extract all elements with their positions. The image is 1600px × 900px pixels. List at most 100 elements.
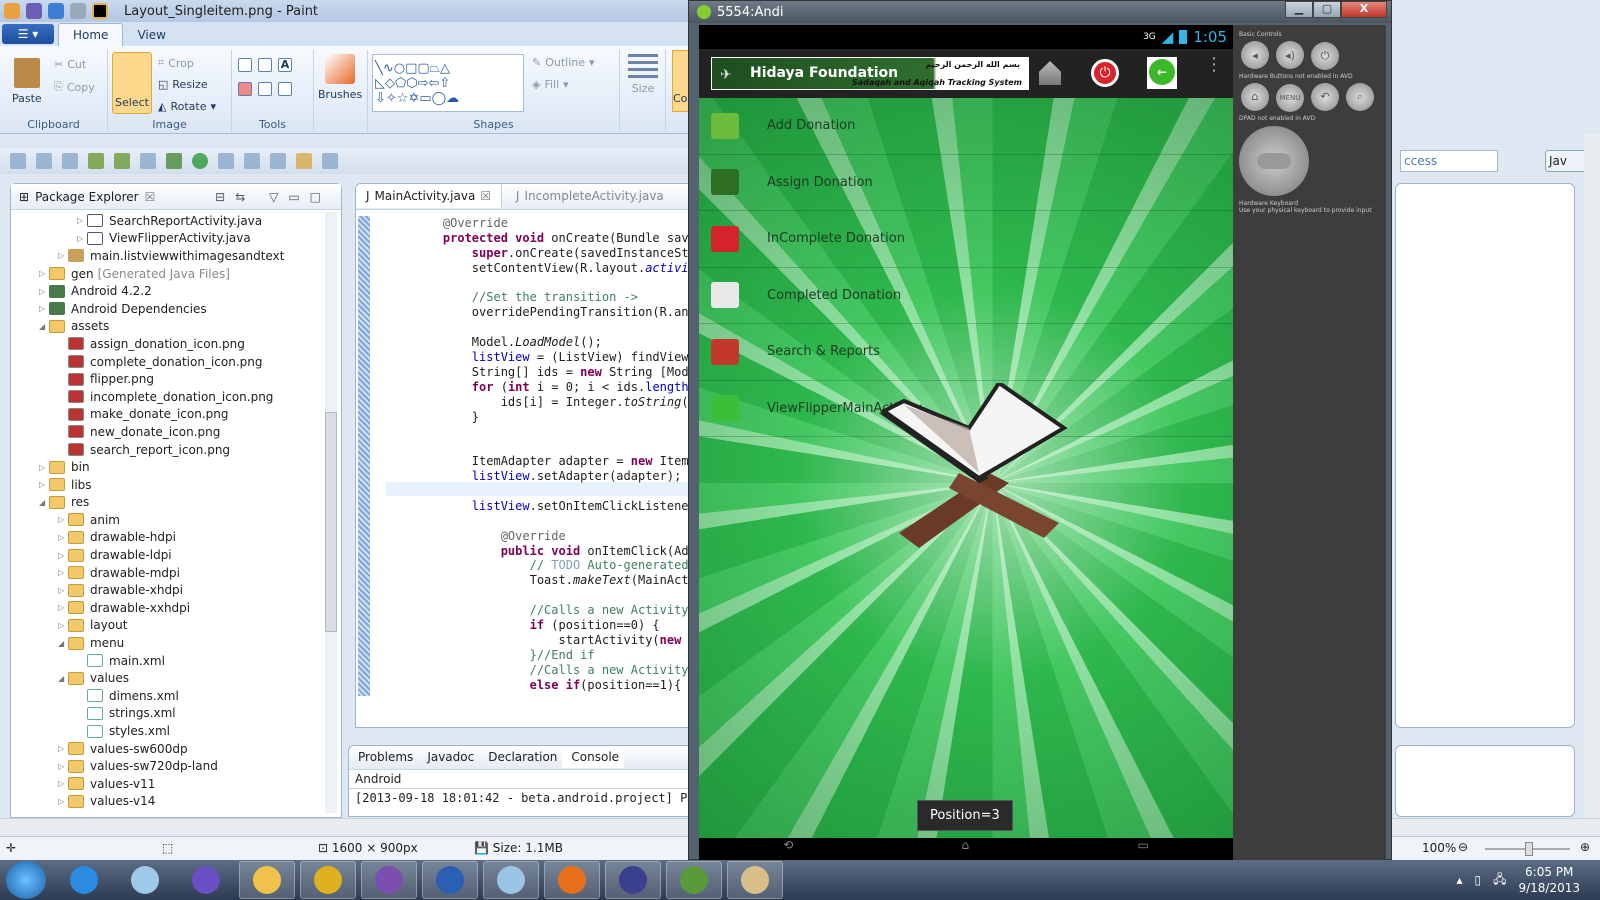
dpad[interactable] <box>1239 126 1309 196</box>
taskbar-ie[interactable] <box>56 861 112 899</box>
nav-recents-icon[interactable]: ▭ <box>1137 838 1148 861</box>
print-icon[interactable] <box>62 153 78 169</box>
expand-toggle-icon[interactable]: ▷ <box>58 568 68 577</box>
cut-button[interactable]: ✂ Cut <box>54 58 86 71</box>
avd-manager-icon[interactable] <box>114 153 130 169</box>
paste-button[interactable]: Paste <box>12 58 42 105</box>
tab-main-activity[interactable]: J MainActivity.java ☒ <box>356 184 503 208</box>
tree-item[interactable]: assign_donation_icon.png <box>11 335 341 353</box>
search-button[interactable]: ⌕ <box>1346 83 1374 111</box>
menu-item[interactable]: Completed Donation <box>699 268 1233 324</box>
tree-item[interactable]: strings.xml <box>11 705 341 723</box>
expand-toggle-icon[interactable]: ▷ <box>39 304 49 313</box>
tree-item[interactable]: ▷ drawable-hdpi <box>11 529 341 547</box>
color-picker-icon[interactable] <box>258 82 272 96</box>
taskbar-firefox[interactable] <box>544 861 600 899</box>
external-tools-icon[interactable] <box>218 153 234 169</box>
android-sdk-icon[interactable] <box>88 153 104 169</box>
home-button[interactable]: ⌂ <box>1241 82 1269 111</box>
size-button[interactable]: Size <box>628 54 658 95</box>
debug-icon[interactable] <box>166 153 182 169</box>
tree-item[interactable]: ▷ bin <box>11 458 341 476</box>
tree-item[interactable]: new_donate_icon.png <box>11 423 341 441</box>
expand-toggle-icon[interactable]: ▷ <box>39 269 49 278</box>
minimize-button[interactable]: ▁ <box>1285 1 1313 18</box>
zoom-out-button[interactable]: ⊖ <box>1458 840 1468 854</box>
tree-item[interactable]: ▷ values-v14 <box>11 793 341 811</box>
expand-toggle-icon[interactable]: ▷ <box>39 287 49 296</box>
new-class-icon[interactable] <box>270 153 286 169</box>
expand-toggle-icon[interactable]: ▷ <box>39 463 49 472</box>
expand-toggle-icon[interactable]: ▷ <box>58 533 68 542</box>
back-arrow-icon[interactable]: ← <box>1147 57 1177 89</box>
tree-item[interactable]: ◢ assets <box>11 318 341 336</box>
tab-home[interactable]: Home <box>58 23 124 46</box>
power-button[interactable]: ⏻ <box>1311 41 1339 70</box>
new-package-icon[interactable] <box>244 153 260 169</box>
rotate-button[interactable]: ◭ Rotate ▾ <box>158 100 216 113</box>
zoom-slider-thumb[interactable] <box>1525 842 1533 856</box>
taskbar-eclipse[interactable] <box>605 861 661 899</box>
tab-problems[interactable]: Problems <box>349 746 418 768</box>
expand-toggle-icon[interactable]: ▷ <box>58 515 68 524</box>
tree-item[interactable]: make_donate_icon.png <box>11 406 341 424</box>
tree-item[interactable]: search_report_icon.png <box>11 441 341 459</box>
code-content[interactable]: @Override protected void onCreate(Bundle… <box>356 216 692 693</box>
tree-item[interactable]: ◢ menu <box>11 634 341 652</box>
overflow-menu-icon[interactable]: ⋮ <box>1205 56 1223 74</box>
taskbar-notepad[interactable] <box>117 861 173 899</box>
expand-toggle-icon[interactable]: ▷ <box>58 586 68 595</box>
menu-item[interactable]: Search & Reports <box>699 324 1233 381</box>
maximize-button[interactable]: ▢ <box>1313 1 1341 18</box>
home-icon[interactable] <box>1039 61 1061 85</box>
quick-access-field[interactable]: ccess <box>1400 150 1498 172</box>
taskbar-visual-studio[interactable] <box>178 861 234 899</box>
power-icon[interactable]: ⏻ <box>1091 59 1119 87</box>
tree-item[interactable]: complete_donation_icon.png <box>11 353 341 371</box>
tree-item[interactable]: main.xml <box>11 652 341 670</box>
dpad-center[interactable] <box>1257 153 1291 169</box>
expand-toggle-icon[interactable]: ◢ <box>39 322 49 331</box>
volume-down-button[interactable]: ◂ <box>1241 41 1269 69</box>
tab-incomplete-activity[interactable]: J IncompleteActivity.java <box>506 184 674 208</box>
menu-item[interactable]: InComplete Donation <box>699 211 1233 268</box>
expand-toggle-icon[interactable]: ▷ <box>58 797 68 806</box>
package-explorer-tab[interactable]: ⊞ Package Explorer ☒ ⊟⇆ ▽▭□ <box>11 184 341 210</box>
taskbar-word[interactable] <box>422 861 478 899</box>
expand-toggle-icon[interactable]: ▷ <box>58 251 68 260</box>
outline-button[interactable]: ✎ Outline ▾ <box>532 56 595 69</box>
save-all-icon[interactable] <box>36 153 52 169</box>
expand-toggle-icon[interactable]: ▷ <box>58 762 68 771</box>
tree-item[interactable]: ▷ Android 4.2.2 <box>11 282 341 300</box>
paint-menu-button[interactable]: ☰ ▾ <box>2 24 54 44</box>
tree-item[interactable]: ▷ drawable-xhdpi <box>11 581 341 599</box>
taskbar-clock[interactable]: 6:05 PM 9/18/2013 <box>1518 864 1580 896</box>
pencil-icon[interactable] <box>238 58 252 72</box>
taskbar-android-emulator[interactable] <box>666 861 722 899</box>
tree-item[interactable]: styles.xml <box>11 722 341 740</box>
close-icon[interactable]: ☒ <box>145 190 156 204</box>
tree-scrollbar[interactable] <box>325 212 337 813</box>
expand-toggle-icon[interactable]: ◢ <box>58 674 68 683</box>
network-icon[interactable]: 🖧 <box>1493 870 1506 891</box>
text-tool-icon[interactable]: A <box>278 58 292 72</box>
tree-item[interactable]: ▷ libs <box>11 476 341 494</box>
eraser-icon[interactable] <box>238 82 252 96</box>
undo-icon[interactable] <box>48 3 64 19</box>
zoom-slider[interactable] <box>1485 842 1570 856</box>
fill-button[interactable]: ◈ Fill ▾ <box>532 78 569 91</box>
expand-toggle-icon[interactable]: ▷ <box>39 480 49 489</box>
tab-declaration[interactable]: Declaration <box>479 746 562 768</box>
tree-item[interactable]: ▷ values-sw600dp <box>11 740 341 758</box>
expand-toggle-icon[interactable]: ▷ <box>77 234 87 243</box>
fill-bucket-icon[interactable] <box>258 58 272 72</box>
paint-vertical-scrollbar[interactable] <box>1584 134 1600 818</box>
tab-view[interactable]: View <box>123 24 179 46</box>
tree-item[interactable]: ▷ drawable-xxhdpi <box>11 599 341 617</box>
tree-item[interactable]: incomplete_donation_icon.png <box>11 388 341 406</box>
save-icon[interactable] <box>26 3 42 19</box>
expand-toggle-icon[interactable]: ◢ <box>39 498 49 507</box>
nav-home-icon[interactable]: ⌂ <box>962 838 970 861</box>
tree-item[interactable]: flipper.png <box>11 370 341 388</box>
search-icon[interactable] <box>322 153 338 169</box>
